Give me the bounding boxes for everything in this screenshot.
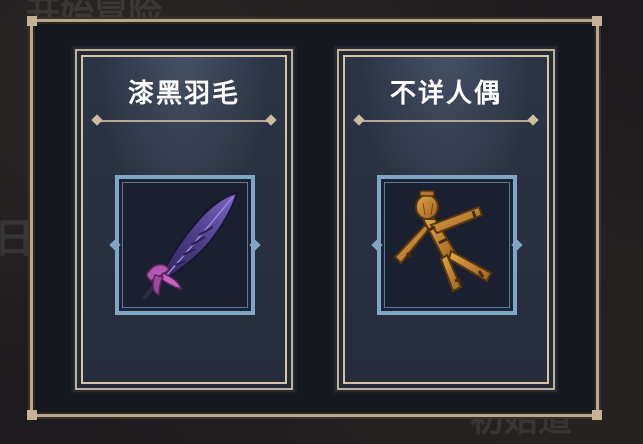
item-card-title: 漆黑羽毛 xyxy=(127,79,240,109)
item-icon-frame xyxy=(109,175,261,315)
panel-corner-ornament xyxy=(592,16,602,26)
divider-diamond-icon xyxy=(527,114,539,126)
frame-notch xyxy=(511,239,523,251)
panel-corner-ornament xyxy=(592,410,602,420)
panel-corner-ornament xyxy=(27,16,37,26)
title-divider xyxy=(353,114,539,126)
item-card-black-feather[interactable]: 漆黑羽毛 xyxy=(71,45,297,394)
divider-diamond-icon xyxy=(91,114,103,126)
black-feather-icon xyxy=(143,191,239,299)
title-divider xyxy=(91,114,277,126)
game-screen: 开始冒险 日影 初始道 漆黑羽毛 xyxy=(0,0,643,444)
item-card-title: 不详人偶 xyxy=(389,79,502,109)
frame-notch xyxy=(109,239,121,251)
straw-voodoo-doll-icon xyxy=(393,190,493,293)
divider-diamond-icon xyxy=(353,114,365,126)
item-card-voodoo-doll[interactable]: 不详人偶 xyxy=(333,45,559,394)
frame-notch xyxy=(249,239,261,251)
item-icon-frame xyxy=(371,175,523,315)
divider-diamond-icon xyxy=(265,114,277,126)
frame-notch xyxy=(371,239,383,251)
panel-corner-ornament xyxy=(27,410,37,420)
